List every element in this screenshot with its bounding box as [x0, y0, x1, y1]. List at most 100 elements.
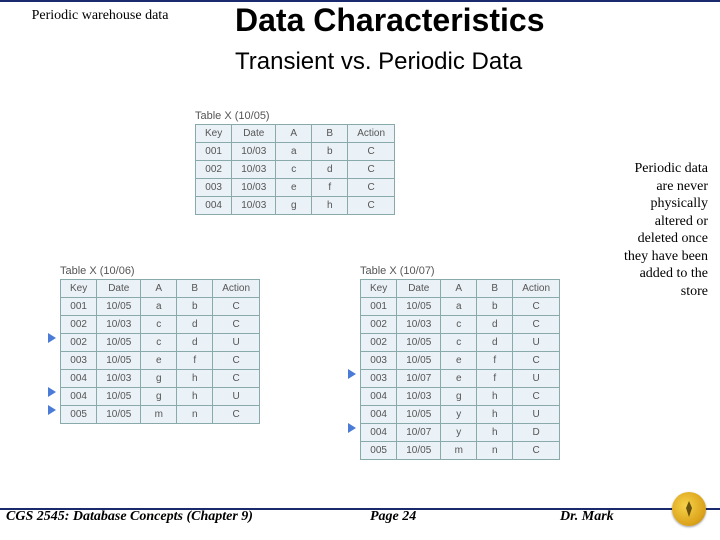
table-row: 00310/07efU — [361, 370, 560, 388]
table-row: 00410/03ghC — [61, 370, 260, 388]
table-row: 00110/05abC — [361, 298, 560, 316]
cell: 002 — [61, 334, 97, 352]
col-header: Key — [61, 280, 97, 298]
cell: 002 — [361, 316, 397, 334]
table-row: 00110/05abC — [61, 298, 260, 316]
table-row: 00510/05mnC — [361, 442, 560, 460]
table-row: 00510/05mnC — [61, 406, 260, 424]
cell: U — [213, 388, 260, 406]
corner-label: Periodic warehouse data — [25, 8, 175, 25]
cell: 002 — [361, 334, 397, 352]
cell: h — [477, 424, 513, 442]
cell: g — [276, 197, 312, 215]
cell: 004 — [61, 388, 97, 406]
col-header: B — [177, 280, 213, 298]
page-subtitle: Transient vs. Periodic Data — [235, 48, 522, 76]
table-row: 00210/03cdC — [196, 161, 395, 179]
table-1005: Table X (10/05) KeyDateABAction00110/03a… — [195, 110, 395, 215]
table-row: 00110/03abC — [196, 143, 395, 161]
cell: 003 — [61, 352, 97, 370]
cell: a — [141, 298, 177, 316]
cell: e — [441, 352, 477, 370]
table-row: 00410/03ghC — [196, 197, 395, 215]
cell: U — [513, 406, 560, 424]
cell: h — [177, 370, 213, 388]
cell: 003 — [361, 352, 397, 370]
cell: C — [213, 406, 260, 424]
cell: b — [477, 298, 513, 316]
cell: g — [441, 388, 477, 406]
table-caption: Table X (10/05) — [195, 110, 395, 122]
cell: C — [348, 161, 395, 179]
logo-icon — [672, 492, 706, 526]
cell: C — [213, 370, 260, 388]
cell: C — [513, 388, 560, 406]
cell: 10/03 — [232, 197, 276, 215]
col-header: Key — [196, 125, 232, 143]
cell: 10/05 — [97, 388, 141, 406]
col-header: A — [441, 280, 477, 298]
cell: U — [513, 334, 560, 352]
cell: m — [441, 442, 477, 460]
cell: 10/05 — [97, 406, 141, 424]
col-header: B — [312, 125, 348, 143]
table-1007: Table X (10/07) KeyDateABAction00110/05a… — [360, 265, 560, 460]
cell: a — [276, 143, 312, 161]
cell: c — [141, 334, 177, 352]
cell: f — [177, 352, 213, 370]
cell: 10/03 — [397, 316, 441, 334]
cell: C — [213, 316, 260, 334]
callout-text: Periodic data are never physically alter… — [620, 160, 708, 300]
cell: a — [441, 298, 477, 316]
cell: 002 — [61, 316, 97, 334]
cell: 10/03 — [232, 179, 276, 197]
cell: 005 — [61, 406, 97, 424]
cell: 005 — [361, 442, 397, 460]
cell: 004 — [61, 370, 97, 388]
cell: 004 — [361, 406, 397, 424]
table-row: 00310/05efC — [361, 352, 560, 370]
col-header: Date — [232, 125, 276, 143]
footer: CGS 2545: Database Concepts (Chapter 9) … — [0, 502, 720, 532]
row-marker-icon — [48, 405, 56, 415]
cell: 10/03 — [97, 370, 141, 388]
cell: y — [441, 406, 477, 424]
cell: D — [513, 424, 560, 442]
cell: b — [177, 298, 213, 316]
table-row: 00210/05cdU — [361, 334, 560, 352]
cell: 10/05 — [97, 352, 141, 370]
table-row: 00410/05yhU — [361, 406, 560, 424]
cell: 10/07 — [397, 370, 441, 388]
cell: n — [177, 406, 213, 424]
cell: e — [276, 179, 312, 197]
cell: 003 — [196, 179, 232, 197]
table-row: 00310/05efC — [61, 352, 260, 370]
row-marker-icon — [348, 423, 356, 433]
cell: d — [312, 161, 348, 179]
table-row: 00410/05ghU — [61, 388, 260, 406]
cell: 10/03 — [232, 143, 276, 161]
cell: g — [141, 370, 177, 388]
row-marker-icon — [348, 369, 356, 379]
footer-course: CGS 2545: Database Concepts (Chapter 9) — [6, 509, 253, 525]
col-header: Action — [348, 125, 395, 143]
table-caption: Table X (10/07) — [360, 265, 560, 277]
cell: 002 — [196, 161, 232, 179]
cell: 10/05 — [97, 298, 141, 316]
data-table: KeyDateABAction00110/03abC00210/03cdC003… — [195, 124, 395, 215]
col-header: Date — [97, 280, 141, 298]
table-row: 00310/03efC — [196, 179, 395, 197]
footer-page: Page 24 — [370, 509, 416, 525]
cell: 10/05 — [397, 406, 441, 424]
cell: 10/03 — [232, 161, 276, 179]
row-marker-icon — [48, 387, 56, 397]
table-row: 00410/03ghC — [361, 388, 560, 406]
cell: f — [477, 370, 513, 388]
cell: b — [312, 143, 348, 161]
cell: f — [312, 179, 348, 197]
col-header: Key — [361, 280, 397, 298]
cell: d — [477, 334, 513, 352]
cell: h — [477, 406, 513, 424]
cell: c — [141, 316, 177, 334]
cell: 10/07 — [397, 424, 441, 442]
